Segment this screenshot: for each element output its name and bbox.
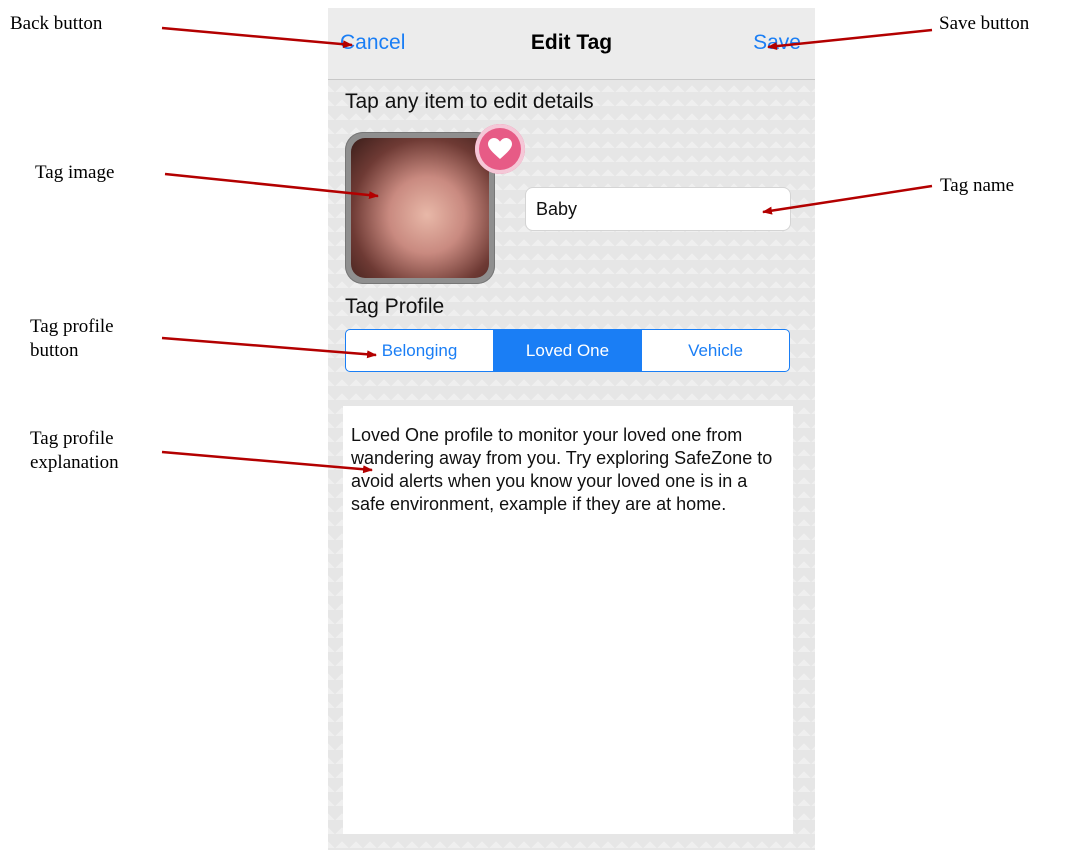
- annotation-back-button: Back button: [10, 13, 103, 34]
- annotation-tag-profile-explanation-line2: explanation: [30, 452, 119, 473]
- tag-image[interactable]: [345, 132, 495, 284]
- tag-photo: [351, 138, 489, 278]
- tag-profile-label: Tag Profile: [345, 295, 445, 318]
- tag-name-field[interactable]: Baby: [525, 187, 791, 231]
- page-title: Edit Tag: [530, 31, 613, 54]
- phone-screen: Cancel Edit Tag Save Tap any item to edi…: [328, 8, 815, 850]
- arrow-back-button: [161, 26, 353, 49]
- save-button[interactable]: Save: [753, 31, 801, 55]
- segment-belonging[interactable]: Belonging: [346, 330, 494, 371]
- annotation-tag-profile-explanation-line1: Tag profile: [30, 428, 114, 449]
- annotation-tag-profile-button-line2: button: [30, 340, 79, 361]
- segment-loved-one[interactable]: Loved One: [494, 330, 642, 371]
- annotation-save-button: Save button: [939, 13, 1030, 34]
- navigation-bar: Cancel Edit Tag Save: [328, 8, 815, 80]
- annotation-tag-profile-button-line1: Tag profile: [30, 316, 114, 337]
- annotation-tag-name: Tag name: [940, 175, 1015, 196]
- tag-profile-explanation: Loved One profile to monitor your loved …: [343, 406, 793, 834]
- segment-vehicle[interactable]: Vehicle: [642, 330, 789, 371]
- tag-profile-segmented-control: Belonging Loved One Vehicle: [345, 329, 790, 372]
- edit-hint: Tap any item to edit details: [345, 90, 594, 113]
- annotation-tag-image: Tag image: [35, 162, 115, 183]
- heart-icon: [475, 124, 525, 174]
